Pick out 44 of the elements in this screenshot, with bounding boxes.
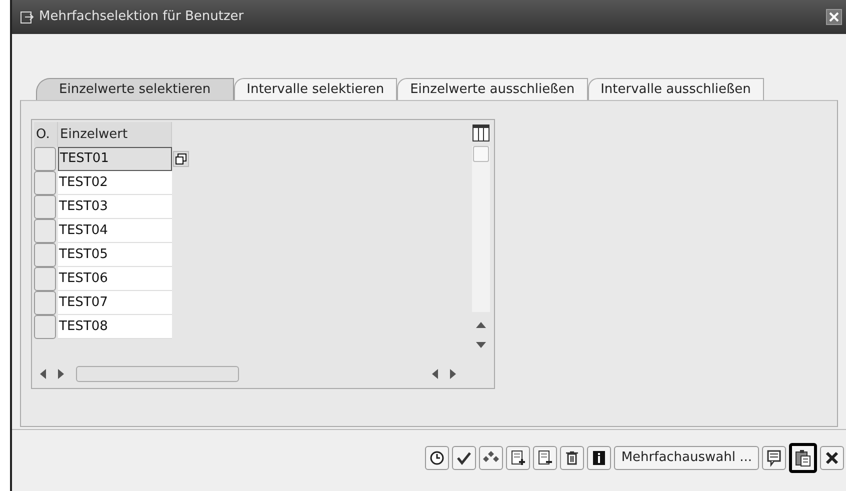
scroll-down-icon[interactable] bbox=[476, 342, 486, 348]
column-settings-icon[interactable] bbox=[472, 124, 490, 142]
table-cell[interactable]: TEST06 bbox=[58, 267, 172, 291]
multiple-selection-button[interactable]: Mehrfachauswahl ... bbox=[614, 446, 759, 470]
scroll-right-icon[interactable] bbox=[450, 369, 456, 379]
column-header[interactable]: Einzelwert bbox=[58, 122, 172, 147]
horizontal-scrollbar-thumb[interactable] bbox=[76, 366, 239, 382]
tab[interactable]: Einzelwerte ausschließen bbox=[397, 78, 588, 100]
table-cell[interactable]: TEST07 bbox=[58, 291, 172, 315]
toolbar-button[interactable] bbox=[789, 442, 817, 472]
tab[interactable]: Einzelwerte selektieren bbox=[36, 78, 234, 100]
toolbar-button[interactable] bbox=[506, 446, 530, 470]
clock-icon bbox=[428, 448, 446, 466]
scroll-right-icon[interactable] bbox=[58, 369, 64, 379]
tab[interactable]: Intervalle ausschließen bbox=[588, 78, 764, 100]
toolbar-button[interactable] bbox=[820, 446, 844, 470]
add-row-icon bbox=[509, 448, 528, 466]
speech-note-icon bbox=[765, 448, 783, 466]
clipboard-icon bbox=[794, 448, 812, 466]
table-cell[interactable]: TEST03 bbox=[58, 195, 172, 219]
table-cell[interactable]: TEST02 bbox=[58, 171, 172, 195]
table-cell[interactable]: TEST04 bbox=[58, 219, 172, 243]
value-help-icon[interactable] bbox=[173, 151, 189, 167]
toolbar-button[interactable] bbox=[452, 446, 476, 470]
tab[interactable]: Intervalle selektieren bbox=[234, 78, 398, 100]
toolbar-button[interactable] bbox=[560, 446, 584, 470]
window-title: Mehrfachselektion für Benutzer bbox=[39, 8, 244, 26]
scroll-left-icon[interactable] bbox=[432, 369, 438, 379]
toolbar-button[interactable] bbox=[533, 446, 558, 470]
toolbar-button[interactable] bbox=[479, 446, 504, 470]
scroll-up-icon[interactable] bbox=[476, 322, 486, 328]
table-cell[interactable]: TEST05 bbox=[58, 243, 172, 267]
table-cell[interactable]: TEST01 bbox=[58, 147, 172, 171]
close-icon bbox=[829, 12, 839, 22]
toolbar-button[interactable] bbox=[587, 446, 612, 470]
table-cell[interactable]: TEST08 bbox=[58, 315, 172, 339]
remove-row-icon bbox=[536, 448, 554, 466]
toolbar-button[interactable] bbox=[762, 446, 786, 470]
scroll-left-icon[interactable] bbox=[40, 369, 46, 379]
toolbar-button[interactable] bbox=[425, 446, 450, 470]
column-header[interactable]: O. bbox=[34, 122, 58, 147]
close-button[interactable] bbox=[826, 9, 842, 25]
scrollbar-thumb[interactable] bbox=[473, 146, 489, 162]
window-icon bbox=[20, 10, 35, 24]
